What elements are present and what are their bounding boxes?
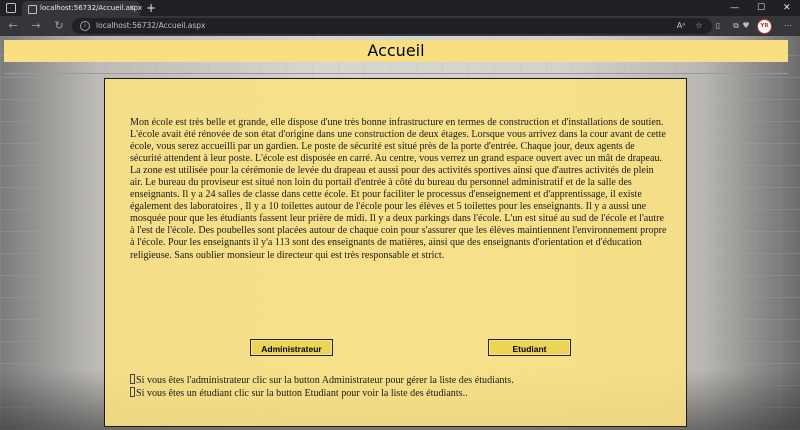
- bullet-icon: [130, 374, 135, 384]
- maximize-icon[interactable]: ☐: [757, 0, 765, 16]
- forward-icon[interactable]: →: [28, 16, 44, 36]
- browser-essentials-icon[interactable]: ♥: [740, 19, 752, 33]
- read-aloud-icon[interactable]: Aᵃ: [675, 19, 687, 33]
- favorite-star-icon[interactable]: ☆: [693, 19, 705, 33]
- hint-admin: Si vous êtes l'administrateur clic sur l…: [130, 374, 667, 387]
- tab-title: localhost:56732/Accueil.aspx: [40, 4, 143, 12]
- school-description: Mon école est très belle et grande, elle…: [130, 117, 667, 261]
- new-tab-icon[interactable]: +: [146, 0, 156, 16]
- page-viewport: Accueil Mon école est très belle et gran…: [0, 36, 800, 430]
- back-icon[interactable]: ←: [5, 16, 21, 36]
- split-screen-icon[interactable]: ▯: [712, 19, 724, 33]
- bullet-icon: [130, 387, 135, 397]
- profile-avatar[interactable]: YR: [757, 19, 772, 34]
- hint-student: Si vous êtes un étudiant clic sur la but…: [130, 387, 667, 400]
- refresh-icon[interactable]: ↻: [51, 16, 67, 36]
- close-tab-icon[interactable]: ✕: [129, 1, 135, 16]
- hint-student-text: Si vous êtes un étudiant clic sur la but…: [136, 388, 468, 399]
- browser-tab[interactable]: localhost:56732/Accueil.aspx ✕: [22, 1, 143, 16]
- browser-toolbar: ← → ↻ i localhost:56732/Accueil.aspx Aᵃ …: [0, 16, 800, 36]
- content-panel: Mon école est très belle et grande, elle…: [104, 78, 687, 427]
- page-title: Accueil: [4, 40, 788, 62]
- site-info-icon[interactable]: i: [80, 21, 90, 31]
- tab-strip: localhost:56732/Accueil.aspx ✕ + — ☐ ✕: [0, 0, 800, 16]
- more-menu-icon[interactable]: ⋯: [782, 19, 794, 33]
- close-window-icon[interactable]: ✕: [783, 0, 791, 16]
- url-text[interactable]: localhost:56732/Accueil.aspx: [96, 18, 205, 34]
- address-bar[interactable]: i localhost:56732/Accueil.aspx: [72, 18, 712, 34]
- page-icon: [28, 5, 37, 14]
- etudiant-button[interactable]: Etudiant: [488, 339, 571, 356]
- divider: [4, 73, 788, 74]
- window-menu-icon[interactable]: [6, 3, 16, 13]
- administrateur-button[interactable]: Administrateur: [250, 339, 333, 356]
- hint-admin-text: Si vous êtes l'administrateur clic sur l…: [136, 375, 514, 386]
- minimize-icon[interactable]: —: [730, 0, 739, 16]
